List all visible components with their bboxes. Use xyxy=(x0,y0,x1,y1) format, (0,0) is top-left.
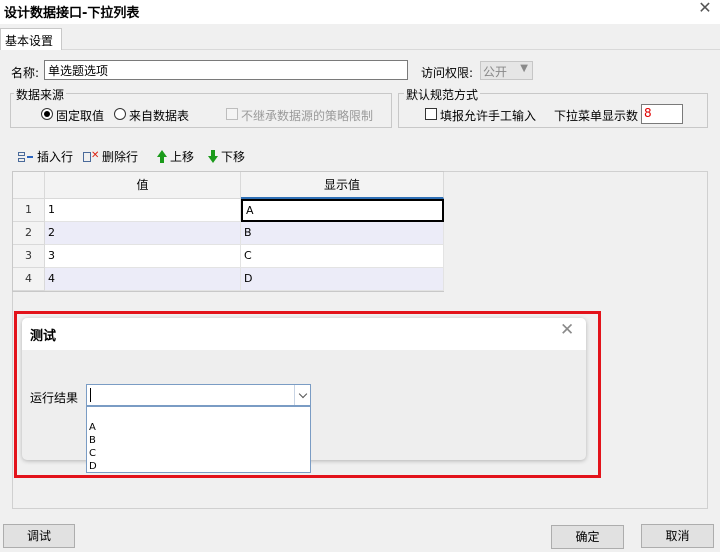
radio-fixed-label[interactable]: 固定取值 xyxy=(56,107,104,124)
combo-dropdown-button[interactable] xyxy=(294,385,310,405)
column-header-display[interactable]: 显示值 xyxy=(241,172,444,199)
table-cell-display-selected[interactable]: A xyxy=(241,199,444,222)
move-up-button[interactable]: 上移 xyxy=(157,148,194,165)
row-number: 1 xyxy=(13,199,45,222)
debug-button[interactable]: 调试 xyxy=(3,524,75,548)
dropdown-option[interactable]: D xyxy=(87,460,310,473)
tab-strip xyxy=(0,24,720,50)
dropdown-count-label: 下拉菜单显示数 xyxy=(554,109,639,123)
table-cell-value[interactable]: 2 xyxy=(45,222,241,245)
delete-row-icon: ✕ xyxy=(83,150,99,163)
cancel-button[interactable]: 取消 xyxy=(641,524,714,548)
window-title: 设计数据接口-下拉列表 xyxy=(4,6,140,21)
delete-row-button[interactable]: ✕ 删除行 xyxy=(83,148,138,165)
data-source-title: 数据来源 xyxy=(14,86,67,103)
row-number: 4 xyxy=(13,268,45,291)
arrow-down-icon xyxy=(208,150,218,163)
table-cell-value[interactable]: 3 xyxy=(45,245,241,268)
result-dropdown-list[interactable]: A B C D xyxy=(86,406,311,473)
insert-row-label: 插入行 xyxy=(37,150,74,164)
table-cell-display[interactable]: D xyxy=(241,268,444,291)
dropdown-empty-item[interactable] xyxy=(87,407,310,421)
delete-row-label: 删除行 xyxy=(102,150,139,164)
column-header-value[interactable]: 值 xyxy=(45,172,241,199)
table-cell-value[interactable]: 4 xyxy=(45,268,241,291)
dropdown-option[interactable]: A xyxy=(87,421,310,434)
insert-row-icon xyxy=(18,151,34,163)
text-caret xyxy=(90,388,91,402)
close-icon[interactable]: ✕ xyxy=(696,0,714,18)
arrow-up-icon xyxy=(157,150,167,163)
move-up-label: 上移 xyxy=(170,150,195,164)
table-cell-value[interactable]: 1 xyxy=(45,199,241,222)
name-label: 名称: xyxy=(11,66,40,80)
radio-database[interactable] xyxy=(114,108,126,120)
test-dialog-title: 测试 xyxy=(30,329,57,344)
access-value: 公开 xyxy=(483,65,508,79)
manual-input-label[interactable]: 填报允许手工输入 xyxy=(440,107,536,124)
close-icon[interactable]: ✕ xyxy=(560,320,574,340)
move-down-label: 下移 xyxy=(221,150,246,164)
test-dialog-header xyxy=(22,318,586,350)
table-cell-display[interactable]: B xyxy=(241,222,444,245)
name-field[interactable]: 单选题选项 xyxy=(44,60,408,80)
move-down-button[interactable]: 下移 xyxy=(208,148,245,165)
tab-basic-settings[interactable]: 基本设置 xyxy=(0,28,62,51)
access-select[interactable]: 公开 ▼ xyxy=(480,61,533,80)
inherit-checkbox[interactable] xyxy=(226,108,238,120)
radio-fixed[interactable] xyxy=(41,108,53,120)
radio-database-label[interactable]: 来自数据表 xyxy=(129,107,189,124)
dropdown-count-field[interactable]: 8 xyxy=(641,104,683,124)
chevron-down-icon: ▼ xyxy=(520,63,528,74)
dropdown-option[interactable]: B xyxy=(87,434,310,447)
access-label: 访问权限: xyxy=(421,66,474,80)
corner-header xyxy=(13,172,45,199)
chevron-down-icon xyxy=(298,389,307,398)
inherit-label: 不继承数据源的策略限制 xyxy=(241,109,374,123)
result-label: 运行结果 xyxy=(30,391,79,405)
default-mode-title: 默认规范方式 xyxy=(404,86,481,103)
result-combobox[interactable] xyxy=(86,384,311,406)
row-number: 2 xyxy=(13,222,45,245)
manual-input-checkbox[interactable] xyxy=(425,108,437,120)
row-number: 3 xyxy=(13,245,45,268)
confirm-button[interactable]: 确定 xyxy=(551,525,624,549)
table-cell-display[interactable]: C xyxy=(241,245,444,268)
dropdown-option[interactable]: C xyxy=(87,447,310,460)
data-table: 值 显示值 1 1 A 2 2 B 3 3 C 4 4 D xyxy=(12,171,444,292)
insert-row-button[interactable]: 插入行 xyxy=(18,148,73,165)
